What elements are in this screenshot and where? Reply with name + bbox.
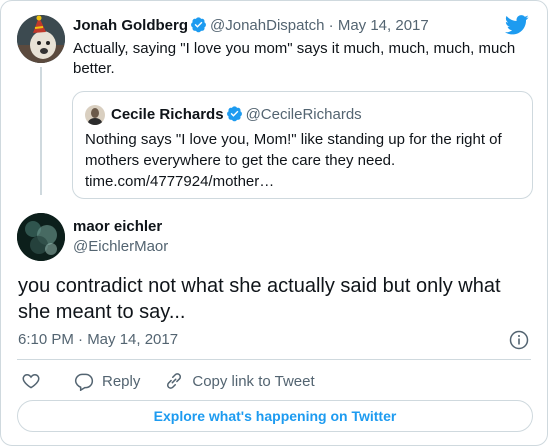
quoted-tweet-text: Nothing says "I love you, Mom!" like sta… — [85, 131, 502, 169]
thread-connector-line — [40, 67, 42, 195]
tweet-actions: Reply Copy link to Tweet — [21, 367, 339, 395]
copy-link-button[interactable]: Copy link to Tweet — [164, 371, 315, 391]
main-author-avatar[interactable] — [17, 213, 65, 261]
parent-tweet-date[interactable]: May 14, 2017 — [338, 17, 429, 34]
tweet-embed-card: Jonah Goldberg @JonahDispatch · May 14, 2… — [0, 0, 548, 446]
parent-avatar[interactable] — [17, 15, 65, 63]
parent-tweet-header: Jonah Goldberg @JonahDispatch · May 14, 2… — [73, 16, 429, 36]
main-author-handle[interactable]: @EichlerMaor — [73, 237, 168, 257]
tweet-timestamp[interactable]: 6:10 PM · May 14, 2017 — [18, 330, 178, 350]
quoted-tweet-link: time.com/4777924/mother… — [85, 173, 275, 190]
link-icon — [167, 373, 182, 389]
main-author-name[interactable]: maor eichler — [73, 217, 162, 237]
divider — [17, 359, 531, 360]
explore-twitter-button[interactable]: Explore what's happening on Twitter — [17, 400, 533, 432]
quoted-tweet-body: Nothing says "I love you, Mom!" like sta… — [85, 129, 525, 192]
info-icon[interactable] — [509, 330, 529, 350]
like-button[interactable] — [21, 371, 41, 391]
dark-photo-avatar — [17, 213, 65, 261]
speech-bubble-icon — [74, 373, 94, 391]
reply-button[interactable]: Reply — [74, 371, 140, 391]
quoted-tweet-card[interactable]: Cecile Richards @CecileRichards Nothing s… — [72, 91, 533, 199]
verified-badge-icon — [191, 17, 206, 33]
twitter-bird-icon[interactable] — [505, 15, 529, 35]
copy-link-label: Copy link to Tweet — [192, 372, 315, 390]
verified-badge-icon — [226, 106, 242, 122]
parent-author-name[interactable]: Jonah Goldberg — [73, 17, 188, 34]
quoted-author-avatar — [85, 105, 105, 125]
portrait-avatar — [85, 105, 105, 125]
parent-tweet-text: Actually, saying "I love you mom" says i… — [73, 40, 516, 77]
separator-dot: · — [328, 17, 334, 34]
quoted-tweet-header: Cecile Richards @CecileRichards — [111, 105, 362, 125]
quoted-author-handle: @CecileRichards — [245, 106, 362, 123]
main-tweet-text: you contradict not what she actually sai… — [18, 275, 501, 323]
quoted-author-name: Cecile Richards — [111, 106, 224, 123]
reply-label: Reply — [102, 372, 141, 390]
parent-author-handle[interactable]: @JonahDispatch — [210, 17, 324, 34]
dog-with-party-hat-avatar — [17, 15, 65, 63]
heart-icon — [22, 373, 40, 389]
